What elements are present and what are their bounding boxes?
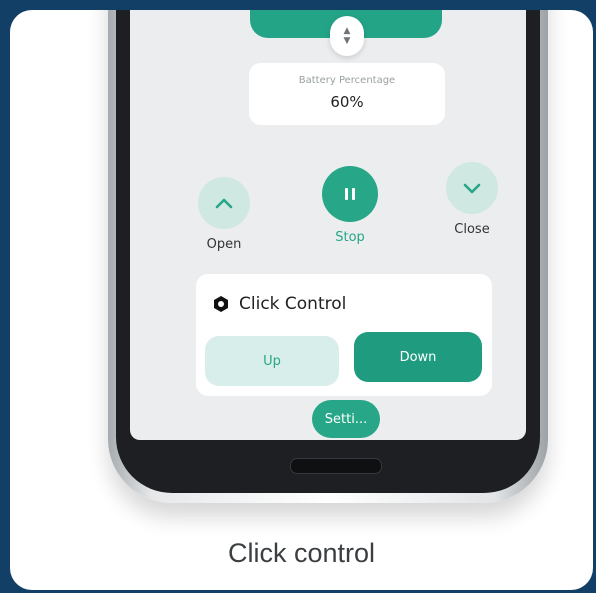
battery-label: Battery Percentage xyxy=(298,75,396,86)
open-button[interactable] xyxy=(198,177,250,229)
home-button[interactable] xyxy=(290,458,382,474)
stop-button[interactable] xyxy=(322,166,378,222)
stop-label: Stop xyxy=(335,230,365,245)
phone-frame: ▲ ▼ Battery Percentage 60% Open Stop Clo… xyxy=(108,10,548,503)
caption: Click control xyxy=(227,538,376,568)
phone-bezel: ▲ ▼ Battery Percentage 60% Open Stop Clo… xyxy=(116,10,540,493)
phone-screen: ▲ ▼ Battery Percentage 60% Open Stop Clo… xyxy=(130,10,526,440)
stepper-up-icon[interactable]: ▲ xyxy=(344,26,351,36)
stepper-down-icon[interactable]: ▼ xyxy=(344,36,351,46)
chevron-down-icon xyxy=(463,183,481,194)
pause-icon xyxy=(345,188,355,200)
open-control[interactable]: Open xyxy=(194,177,254,252)
down-button[interactable]: Down xyxy=(354,332,482,382)
close-control[interactable]: Close xyxy=(442,162,502,237)
gear-hex-icon xyxy=(212,295,230,313)
stepper-arrows-icon[interactable]: ▲ ▼ xyxy=(330,16,364,56)
close-button[interactable] xyxy=(446,162,498,214)
close-label: Close xyxy=(454,222,490,237)
settings-button[interactable]: Setti... xyxy=(312,400,380,438)
chevron-up-icon xyxy=(215,198,233,209)
battery-percentage-card: Battery Percentage 60% xyxy=(249,63,445,125)
stop-control[interactable]: Stop xyxy=(318,166,382,245)
click-control-title: Click Control xyxy=(239,294,347,314)
click-control-card: Click Control Up Down xyxy=(196,274,492,396)
open-label: Open xyxy=(206,237,242,252)
battery-value: 60% xyxy=(330,93,364,111)
card: ▲ ▼ Battery Percentage 60% Open Stop Clo… xyxy=(10,10,593,590)
click-control-title-row: Click Control xyxy=(212,294,346,314)
up-button[interactable]: Up xyxy=(205,336,339,386)
